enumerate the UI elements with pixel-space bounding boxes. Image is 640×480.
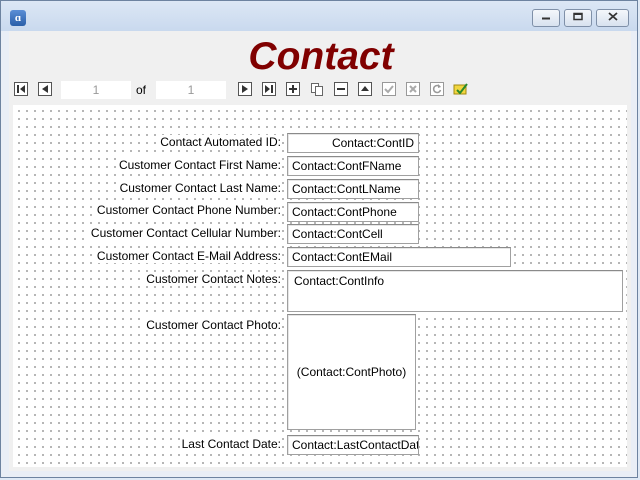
refresh-icon (430, 82, 444, 96)
save-record-button[interactable] (381, 81, 397, 97)
form-design-area: Contact Automated ID: Contact:ContID Cus… (13, 105, 627, 467)
notes-label: Customer Contact Notes: (144, 272, 281, 286)
next-record-icon (238, 82, 252, 96)
cancel-icon (406, 82, 420, 96)
close-icon (607, 12, 618, 25)
first-name-label: Customer Contact First Name: (116, 158, 281, 172)
phone-number-field[interactable]: Contact:ContPhone (287, 202, 419, 222)
first-record-icon (14, 82, 28, 96)
maximize-icon (573, 12, 584, 24)
copy-icon (310, 82, 324, 96)
phone-number-label: Customer Contact Phone Number: (94, 203, 281, 217)
first-record-button[interactable] (13, 81, 29, 97)
previous-record-icon (38, 82, 52, 96)
last-name-label: Customer Contact Last Name: (117, 181, 281, 195)
contact-id-field[interactable]: Contact:ContID (287, 133, 419, 153)
copy-record-button[interactable] (309, 81, 325, 97)
last-record-icon (262, 82, 276, 96)
email-address-field[interactable]: Contact:ContEMail (287, 247, 511, 267)
minimize-icon (541, 13, 551, 24)
last-contact-date-field[interactable]: Contact:LastContactDate (287, 435, 419, 455)
record-navigation-toolbar: 1 of 1 (13, 81, 473, 99)
refresh-button[interactable] (429, 81, 445, 97)
cancel-record-button[interactable] (405, 81, 421, 97)
add-record-button[interactable] (285, 81, 301, 97)
last-record-button[interactable] (261, 81, 277, 97)
current-record-field[interactable]: 1 (61, 81, 131, 99)
save-icon (382, 82, 396, 96)
last-contact-date-label: Last Contact Date: (179, 437, 281, 451)
delete-record-button[interactable] (333, 81, 349, 97)
minimize-button[interactable] (532, 9, 560, 27)
client-area: Contact 1 of 1 Contact Automated ID: Con… (9, 31, 631, 471)
contact-id-label: Contact Automated ID: (158, 135, 281, 149)
delete-icon (334, 82, 348, 96)
next-record-button[interactable] (237, 81, 253, 97)
total-records-field: 1 (156, 81, 226, 99)
last-name-field[interactable]: Contact:ContLName (287, 179, 419, 199)
previous-record-button[interactable] (37, 81, 53, 97)
photo-field[interactable]: (Contact:ContPhoto) (287, 314, 416, 430)
notes-field[interactable]: Contact:ContInfo (287, 270, 623, 312)
first-name-field[interactable]: Contact:ContFName (287, 156, 419, 176)
cellular-number-field[interactable]: Contact:ContCell (287, 224, 419, 244)
change-icon (358, 82, 372, 96)
app-icon[interactable]: ɑ (10, 10, 26, 26)
app-window: ɑ Contact 1 of 1 Contact Automated ID: C… (0, 0, 638, 478)
photo-label: Customer Contact Photo: (144, 318, 281, 332)
lookup-button[interactable] (453, 81, 469, 97)
cellular-number-label: Customer Contact Cellular Number: (88, 226, 281, 240)
record-of-label: of (136, 83, 147, 97)
email-address-label: Customer Contact E-Mail Address: (94, 249, 281, 263)
add-icon (286, 82, 300, 96)
lookup-icon (453, 82, 469, 96)
title-bar[interactable]: ɑ (1, 1, 637, 31)
maximize-button[interactable] (564, 9, 592, 27)
change-record-button[interactable] (357, 81, 373, 97)
form-title: Contact (248, 35, 394, 78)
close-button[interactable] (596, 9, 629, 27)
